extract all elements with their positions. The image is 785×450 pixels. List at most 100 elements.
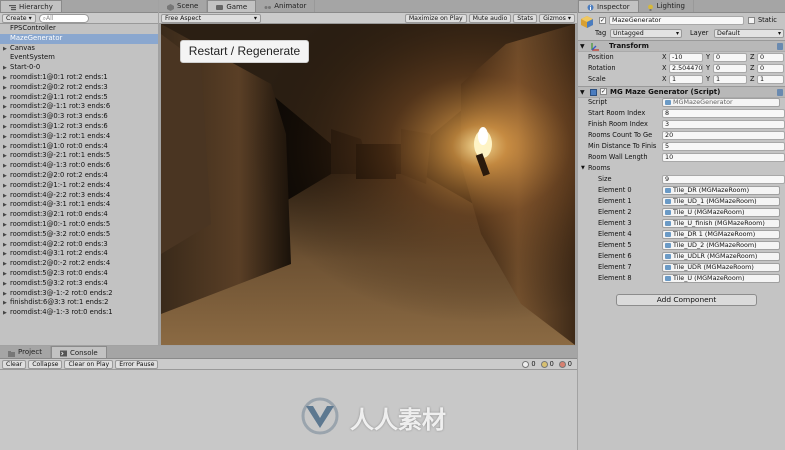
hierarchy-item[interactable]: ▶ roomdist:2@1:1 rot:2 ends:5: [0, 93, 158, 103]
scale-x-field[interactable]: 1: [669, 75, 703, 84]
position-z-field[interactable]: 0: [757, 53, 784, 62]
hierarchy-item-label: roomdist:5@-3:2 rot:0 ends:5: [10, 229, 111, 238]
object-active-checkbox[interactable]: ✓: [599, 17, 606, 24]
position-x-field[interactable]: -10: [669, 53, 703, 62]
room-object-field[interactable]: Tile_DR (MGMazeRoom): [662, 186, 780, 195]
create-button[interactable]: Create ▾: [2, 13, 36, 23]
tab-console[interactable]: Console: [50, 346, 107, 358]
hierarchy-item[interactable]: FPSController: [0, 24, 158, 34]
room-object-field[interactable]: Tile_UD_1 (MGMazeRoom): [662, 197, 780, 206]
log-count-toggle[interactable]: 0: [522, 360, 536, 368]
rooms-count-field[interactable]: 20: [662, 131, 785, 140]
clear-button[interactable]: Clear: [2, 359, 27, 369]
wall-length-field[interactable]: 10: [662, 153, 785, 162]
hierarchy-item[interactable]: ▶ roomdist:4@-1:-3 rot:0 ends:1: [0, 308, 158, 318]
hierarchy-search-input[interactable]: ⌕All: [38, 13, 89, 23]
hierarchy-item-label: roomdist:3@0:3 rot:3 ends:6: [10, 112, 108, 121]
room-object-field[interactable]: Tile_U (MGMazeRoom): [662, 274, 780, 283]
clear-on-play-toggle[interactable]: Clear on Play: [64, 359, 114, 369]
rotation-z-field[interactable]: 0: [757, 64, 784, 73]
warning-icon: [540, 360, 548, 368]
hierarchy-item[interactable]: ▶ roomdist:5@-3:2 rot:0 ends:5: [0, 230, 158, 240]
hierarchy-item[interactable]: ▶ roomdist:5@3:2 rot:3 ends:4: [0, 279, 158, 289]
hierarchy-item[interactable]: ▶ roomdist:3@-1:2 rot:1 ends:4: [0, 132, 158, 142]
finish-room-field[interactable]: 3: [662, 120, 785, 129]
tab-animator[interactable]: Animator: [256, 0, 316, 12]
position-y-field[interactable]: 0: [713, 53, 747, 62]
hierarchy-item[interactable]: ▶ roomdist:2@1:-1 rot:2 ends:4: [0, 181, 158, 191]
hierarchy-item[interactable]: ▶ roomdist:1@0:-1 rot:0 ends:5: [0, 220, 158, 230]
console-log-area[interactable]: 人人素材: [0, 370, 577, 450]
room-element-row: Element 0 Tile_DR (MGMazeRoom): [578, 185, 785, 196]
hierarchy-item[interactable]: ▶ roomdist:1@0:1 rot:2 ends:1: [0, 73, 158, 83]
stats-toggle[interactable]: Stats: [513, 13, 538, 23]
hierarchy-item[interactable]: ▶ roomdist:3@0:3 rot:3 ends:6: [0, 112, 158, 122]
hierarchy-item[interactable]: ▶ roomdist:4@-1:3 rot:0 ends:6: [0, 161, 158, 171]
rotation-y-field[interactable]: 0: [713, 64, 747, 73]
room-object-field[interactable]: Tile_UDLR (MGMazeRoom): [662, 252, 780, 261]
tab-hierarchy[interactable]: Hierarchy: [0, 0, 62, 12]
add-component-button[interactable]: Add Component: [616, 294, 757, 306]
transform-header[interactable]: ▼ Transform: [578, 40, 785, 52]
gizmos-dropdown[interactable]: Gizmos ▾: [539, 13, 575, 23]
tab-scene[interactable]: Scene: [159, 0, 208, 12]
aspect-dropdown[interactable]: Free Aspect ▾: [161, 13, 261, 23]
hierarchy-item[interactable]: ▶ roomdist:3@-1:-2 rot:0 ends:2: [0, 289, 158, 299]
tab-lighting[interactable]: Lighting: [639, 0, 694, 12]
hierarchy-item[interactable]: ▶ roomdist:3@1:2 rot:3 ends:6: [0, 122, 158, 132]
restart-regenerate-button[interactable]: Restart / Regenerate: [180, 40, 309, 63]
collapse-toggle[interactable]: Collapse: [28, 359, 63, 369]
hierarchy-item[interactable]: EventSystem: [0, 53, 158, 63]
tab-game[interactable]: Game: [207, 0, 257, 12]
warning-count-toggle[interactable]: 0: [540, 360, 554, 368]
room-object-field[interactable]: Tile_UDR (MGMazeRoom): [662, 263, 780, 272]
mute-audio-toggle[interactable]: Mute audio: [468, 13, 512, 23]
room-object-field[interactable]: Tile_U (MGMazeRoom): [662, 208, 780, 217]
hierarchy-toolbar: Create ▾ ⌕All: [0, 13, 158, 24]
component-enabled-checkbox[interactable]: ✓: [600, 88, 607, 95]
tab-inspector[interactable]: Inspector: [578, 0, 639, 12]
hierarchy-item-label: roomdist:4@-1:3 rot:0 ends:6: [10, 161, 111, 170]
object-name-field[interactable]: MazeGenerator: [609, 16, 744, 25]
scale-z-field[interactable]: 1: [757, 75, 784, 84]
expand-arrow-icon[interactable]: ▶: [3, 309, 10, 319]
scale-y-field[interactable]: 1: [713, 75, 747, 84]
hierarchy-item[interactable]: ▶ roomdist:4@2:2 rot:0 ends:3: [0, 240, 158, 250]
min-distance-field[interactable]: 5: [662, 142, 785, 151]
maximize-on-play-toggle[interactable]: Maximize on Play: [404, 13, 467, 23]
error-pause-toggle[interactable]: Error Pause: [115, 359, 159, 369]
script-row: Script MGMazeGenerator: [578, 97, 785, 108]
tag-dropdown[interactable]: Untagged: [610, 29, 682, 38]
game-viewport[interactable]: Restart / Regenerate: [161, 24, 575, 345]
component-menu-icon[interactable]: [777, 43, 783, 50]
hierarchy-item[interactable]: ▶ Start-0-0: [0, 63, 158, 73]
hierarchy-item[interactable]: ▶ roomdist:4@-3:1 rot:1 ends:4: [0, 200, 158, 210]
y-axis-label: Y: [706, 75, 711, 83]
start-room-field[interactable]: 8: [662, 109, 785, 118]
hierarchy-item[interactable]: ▶ roomdist:2@0:-2 rot:2 ends:4: [0, 259, 158, 269]
room-object-field[interactable]: Tile_UD_2 (MGMazeRoom): [662, 241, 780, 250]
layer-dropdown[interactable]: Default: [714, 29, 784, 38]
hierarchy-item[interactable]: ▶ roomdist:3@-2:1 rot:1 ends:5: [0, 151, 158, 161]
component-menu-icon[interactable]: [777, 89, 783, 96]
hierarchy-item[interactable]: ▶ roomdist:4@-2:2 rot:3 ends:4: [0, 191, 158, 201]
rotation-x-field[interactable]: 2.504470: [669, 64, 703, 73]
hierarchy-item[interactable]: ▶ finishdist:6@3:3 rot:1 ends:2: [0, 298, 158, 308]
hierarchy-item[interactable]: ▶ roomdist:2@-1:1 rot:3 ends:6: [0, 102, 158, 112]
hierarchy-item[interactable]: ▶ roomdist:2@2:0 rot:2 ends:4: [0, 171, 158, 181]
room-object-field[interactable]: Tile_U_finish (MGMazeRoom): [662, 219, 780, 228]
hierarchy-item[interactable]: MazeGenerator: [0, 33, 158, 44]
hierarchy-item[interactable]: ▶ roomdist:3@2:1 rot:0 ends:4: [0, 210, 158, 220]
hierarchy-item[interactable]: ▶ roomdist:1@1:0 rot:0 ends:4: [0, 142, 158, 152]
rooms-foldout[interactable]: ▼ Rooms: [578, 163, 785, 174]
static-checkbox[interactable]: [748, 17, 755, 24]
hierarchy-item[interactable]: ▶ roomdist:2@0:2 rot:2 ends:3: [0, 83, 158, 93]
size-field[interactable]: 9: [662, 175, 785, 184]
tab-project[interactable]: Project: [0, 346, 51, 358]
hierarchy-item-label: roomdist:4@2:2 rot:0 ends:3: [10, 239, 108, 248]
hierarchy-item[interactable]: ▶ Canvas: [0, 44, 158, 54]
room-object-field[interactable]: Tile_DR 1 (MGMazeRoom): [662, 230, 780, 239]
error-count-toggle[interactable]: 0: [558, 360, 572, 368]
hierarchy-item[interactable]: ▶ roomdist:4@3:1 rot:2 ends:4: [0, 249, 158, 259]
hierarchy-item[interactable]: ▶ roomdist:5@2:3 rot:0 ends:4: [0, 269, 158, 279]
